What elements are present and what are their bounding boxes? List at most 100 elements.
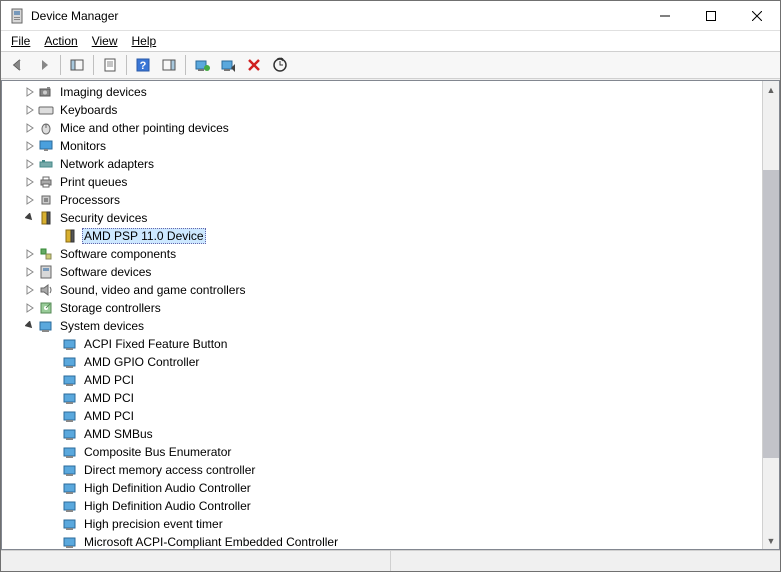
update-driver-button[interactable] <box>190 53 214 77</box>
tree-item-label: Storage controllers <box>58 301 163 315</box>
tree-category[interactable]: Print queues <box>2 173 762 191</box>
tree-device[interactable]: AMD SMBus <box>2 425 762 443</box>
back-button[interactable] <box>6 53 30 77</box>
storage-icon <box>38 300 54 316</box>
disable-device-button[interactable] <box>216 53 240 77</box>
scan-hardware-button[interactable] <box>268 53 292 77</box>
system-icon <box>62 444 78 460</box>
tree-device[interactable]: High Definition Audio Controller <box>2 479 762 497</box>
tree-category[interactable]: Storage controllers <box>2 299 762 317</box>
expand-icon[interactable] <box>22 213 38 223</box>
menu-file[interactable]: File <box>5 32 36 50</box>
tree-category[interactable]: Processors <box>2 191 762 209</box>
menu-help[interactable]: Help <box>126 32 163 50</box>
titlebar: Device Manager <box>1 1 780 31</box>
tree-item-label: AMD SMBus <box>82 427 155 441</box>
tree-item-label: Mice and other pointing devices <box>58 121 231 135</box>
tree-device[interactable]: AMD GPIO Controller <box>2 353 762 371</box>
tree-device[interactable]: High Definition Audio Controller <box>2 497 762 515</box>
tree-item-label: Processors <box>58 193 122 207</box>
expand-icon[interactable] <box>22 285 38 295</box>
expand-icon[interactable] <box>22 321 38 331</box>
expand-icon[interactable] <box>22 177 38 187</box>
tree-item-label: Print queues <box>58 175 129 189</box>
expand-icon[interactable] <box>22 267 38 277</box>
tree-category[interactable]: Monitors <box>2 137 762 155</box>
vertical-scrollbar[interactable]: ▲ ▼ <box>762 81 779 549</box>
system-icon <box>62 354 78 370</box>
system-icon <box>62 426 78 442</box>
system-icon <box>62 390 78 406</box>
system-icon <box>62 498 78 514</box>
maximize-button[interactable] <box>688 1 734 30</box>
tree-device[interactable]: Microsoft ACPI-Compliant Embedded Contro… <box>2 533 762 549</box>
tree-item-label: AMD PSP 11.0 Device <box>82 228 206 244</box>
expand-icon[interactable] <box>22 105 38 115</box>
system-icon <box>62 336 78 352</box>
menu-action[interactable]: Action <box>38 32 83 50</box>
tree-device[interactable]: High precision event timer <box>2 515 762 533</box>
menubar: File Action View Help <box>1 31 780 51</box>
expand-icon[interactable] <box>22 123 38 133</box>
scroll-down-arrow[interactable]: ▼ <box>763 532 779 549</box>
expand-icon[interactable] <box>22 249 38 259</box>
tree-device[interactable]: AMD PCI <box>2 371 762 389</box>
component-icon <box>38 246 54 262</box>
device-tree[interactable]: Imaging devices Keyboards Mice and other p… <box>2 81 762 549</box>
show-hide-console-tree-button[interactable] <box>65 53 89 77</box>
softdev-icon <box>38 264 54 280</box>
scroll-thumb[interactable] <box>763 170 779 458</box>
tree-category[interactable]: Network adapters <box>2 155 762 173</box>
mouse-icon <box>38 120 54 136</box>
device-tree-panel: Imaging devices Keyboards Mice and other p… <box>1 80 780 550</box>
tree-item-label: Microsoft ACPI-Compliant Embedded Contro… <box>82 535 340 549</box>
properties-button[interactable] <box>98 53 122 77</box>
show-hide-action-pane-button[interactable] <box>157 53 181 77</box>
window-title: Device Manager <box>31 9 118 23</box>
statusbar-cell <box>1 551 391 571</box>
tree-category[interactable]: Security devices <box>2 209 762 227</box>
tree-item-label: AMD PCI <box>82 391 136 405</box>
scroll-up-arrow[interactable]: ▲ <box>763 81 779 98</box>
tree-device[interactable]: AMD PCI <box>2 407 762 425</box>
tree-item-label: High precision event timer <box>82 517 225 531</box>
system-icon <box>38 318 54 334</box>
menu-view[interactable]: View <box>86 32 124 50</box>
system-icon <box>62 372 78 388</box>
tree-category[interactable]: System devices <box>2 317 762 335</box>
tree-device[interactable]: AMD PCI <box>2 389 762 407</box>
tree-category[interactable]: Sound, video and game controllers <box>2 281 762 299</box>
tree-device[interactable]: Direct memory access controller <box>2 461 762 479</box>
tree-item-label: Keyboards <box>58 103 119 117</box>
tree-device[interactable]: Composite Bus Enumerator <box>2 443 762 461</box>
tree-category[interactable]: Mice and other pointing devices <box>2 119 762 137</box>
expand-icon[interactable] <box>22 195 38 205</box>
tree-category[interactable]: Keyboards <box>2 101 762 119</box>
tree-category[interactable]: Software components <box>2 245 762 263</box>
tree-item-label: ACPI Fixed Feature Button <box>82 337 229 351</box>
tree-category[interactable]: Software devices <box>2 263 762 281</box>
tree-category[interactable]: Imaging devices <box>2 83 762 101</box>
app-icon <box>9 8 25 24</box>
close-button[interactable] <box>734 1 780 30</box>
toolbar: ? <box>1 51 780 79</box>
expand-icon[interactable] <box>22 303 38 313</box>
uninstall-device-button[interactable] <box>242 53 266 77</box>
expand-icon[interactable] <box>22 159 38 169</box>
statusbar <box>1 550 780 571</box>
keyboard-icon <box>38 102 54 118</box>
svg-text:?: ? <box>140 60 147 72</box>
help-button[interactable]: ? <box>131 53 155 77</box>
forward-button[interactable] <box>32 53 56 77</box>
minimize-button[interactable] <box>642 1 688 30</box>
printer-icon <box>38 174 54 190</box>
content-area: Imaging devices Keyboards Mice and other p… <box>1 79 780 550</box>
security-icon <box>62 228 78 244</box>
scroll-track[interactable] <box>763 98 779 532</box>
tree-device[interactable]: ACPI Fixed Feature Button <box>2 335 762 353</box>
expand-icon[interactable] <box>22 87 38 97</box>
tree-device[interactable]: AMD PSP 11.0 Device <box>2 227 762 245</box>
security-icon <box>38 210 54 226</box>
tree-item-label: AMD PCI <box>82 409 136 423</box>
expand-icon[interactable] <box>22 141 38 151</box>
